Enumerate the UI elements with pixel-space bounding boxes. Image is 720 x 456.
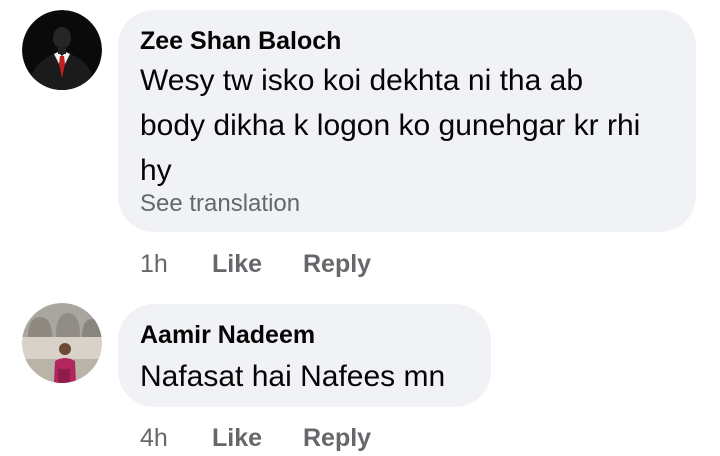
comment-text: Nafasat hai Nafees mn [140, 354, 485, 399]
like-button[interactable]: Like [212, 250, 262, 279]
see-translation-link[interactable]: See translation [140, 190, 300, 218]
comment-line: Wesy tw isko koi dekhta ni tha ab [140, 64, 583, 97]
comment-line: hy [140, 154, 172, 187]
comment-text: Wesy tw isko koi dekhta ni tha ab body d… [140, 58, 685, 193]
comment-actions: 4h Like Reply [140, 424, 540, 456]
comment-line: body dikha k logon ko gunehgar kr rhi [140, 109, 641, 142]
comment-item: Zee Shan Baloch Wesy tw isko koi dekhta … [0, 0, 720, 290]
comment-timestamp[interactable]: 4h [140, 424, 168, 453]
comment-timestamp[interactable]: 1h [140, 250, 168, 279]
suit-avatar-icon[interactable] [22, 10, 102, 90]
reply-button[interactable]: Reply [303, 250, 371, 279]
comment-line: Nafasat hai Nafees mn [140, 360, 446, 393]
comment-item: Aamir Nadeem Nafasat hai Nafees mn 4h Li… [0, 290, 720, 453]
comment-bubble: Aamir Nadeem Nafasat hai Nafees mn [118, 304, 491, 407]
reply-button[interactable]: Reply [303, 424, 371, 453]
person-photo-avatar-icon[interactable] [22, 303, 102, 383]
like-button[interactable]: Like [212, 424, 262, 453]
comment-actions: 1h Like Reply [140, 250, 540, 282]
comment-author[interactable]: Zee Shan Baloch [140, 27, 341, 56]
comment-bubble: Zee Shan Baloch Wesy tw isko koi dekhta … [118, 10, 696, 232]
comment-author[interactable]: Aamir Nadeem [140, 321, 315, 350]
